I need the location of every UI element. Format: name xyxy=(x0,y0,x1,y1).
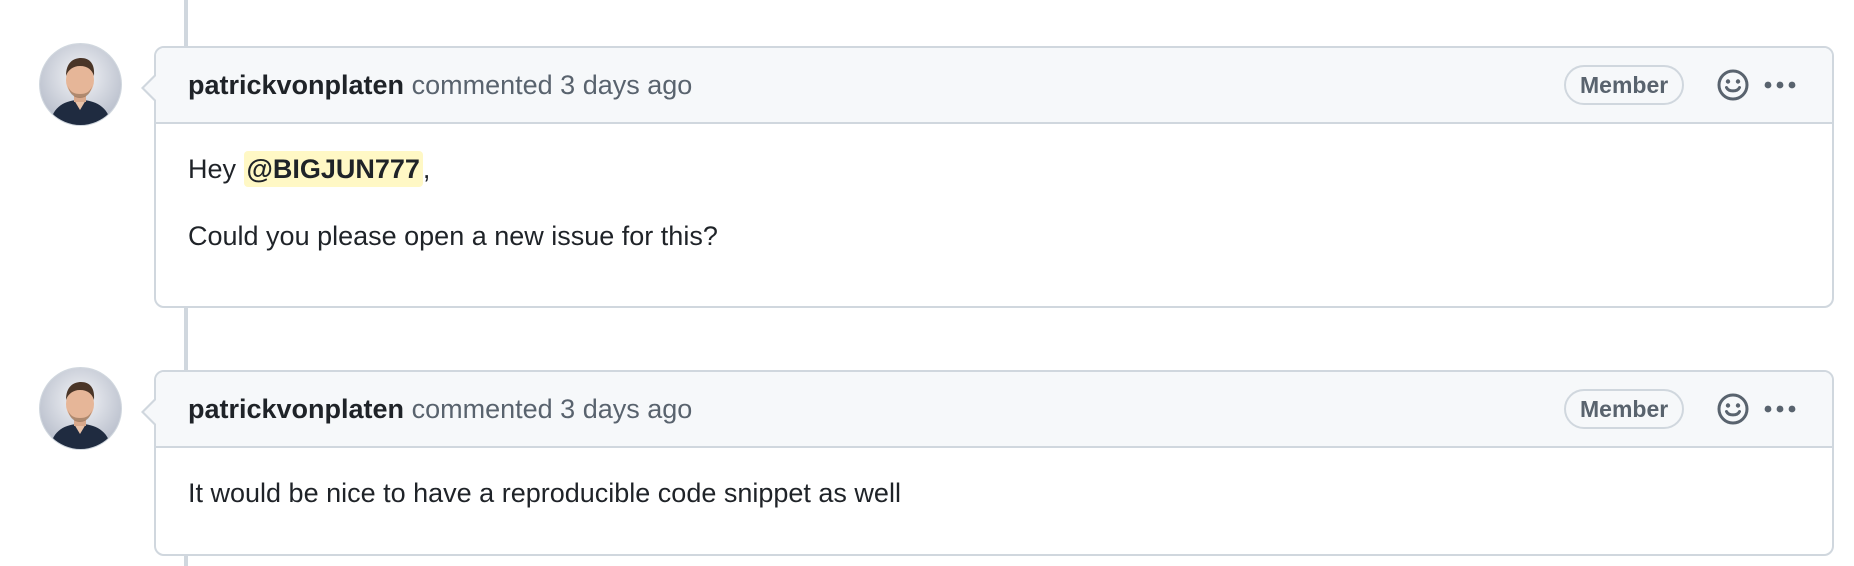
more-options-button[interactable] xyxy=(1760,392,1800,426)
comment-header-text: patrickvonplaten commented 3 days ago xyxy=(188,372,692,446)
comment-body: It would be nice to have a reproducible … xyxy=(156,448,1832,509)
author-link[interactable]: patrickvonplaten xyxy=(188,394,404,424)
role-badge: Member xyxy=(1564,65,1685,105)
comment-header: patrickvonplaten commented 3 days ago Me… xyxy=(141,48,1832,124)
comment-action: commented xyxy=(411,70,553,100)
greeting-prefix: Hey xyxy=(188,154,237,184)
avatar[interactable] xyxy=(40,44,121,125)
avatar-photo-icon xyxy=(40,368,121,449)
role-badge: Member xyxy=(1564,389,1685,429)
user-mention-link[interactable]: @BIGJUN777 xyxy=(243,151,423,187)
add-reaction-button[interactable] xyxy=(1714,66,1752,104)
avatar[interactable] xyxy=(40,368,121,449)
comment-header-text: patrickvonplaten commented 3 days ago xyxy=(188,48,692,122)
smiley-icon xyxy=(1717,393,1749,425)
kebab-horizontal-icon xyxy=(1764,405,1796,413)
more-options-button[interactable] xyxy=(1760,68,1800,102)
comment-header: patrickvonplaten commented 3 days ago Me… xyxy=(141,372,1832,448)
greeting-suffix: , xyxy=(422,154,431,184)
timestamp-link[interactable]: 3 days ago xyxy=(560,394,692,424)
kebab-horizontal-icon xyxy=(1764,81,1796,89)
comment-caret xyxy=(141,74,156,102)
timestamp-link[interactable]: 3 days ago xyxy=(560,70,692,100)
comment-paragraph: Could you please open a new issue for th… xyxy=(188,221,718,251)
author-link[interactable]: patrickvonplaten xyxy=(188,70,404,100)
comment-caret xyxy=(141,398,156,426)
comment-body: Hey @BIGJUN777, Could you please open a … xyxy=(156,124,1832,252)
comment-box: patrickvonplaten commented 3 days ago Me… xyxy=(141,370,1834,556)
smiley-icon xyxy=(1717,69,1749,101)
avatar-photo-icon xyxy=(40,44,121,125)
comment-action: commented xyxy=(411,394,553,424)
add-reaction-button[interactable] xyxy=(1714,390,1752,428)
comment-greeting: Hey @BIGJUN777, xyxy=(188,124,1800,187)
comment-box: patrickvonplaten commented 3 days ago Me… xyxy=(141,46,1834,308)
comment-paragraph: It would be nice to have a reproducible … xyxy=(188,478,901,508)
